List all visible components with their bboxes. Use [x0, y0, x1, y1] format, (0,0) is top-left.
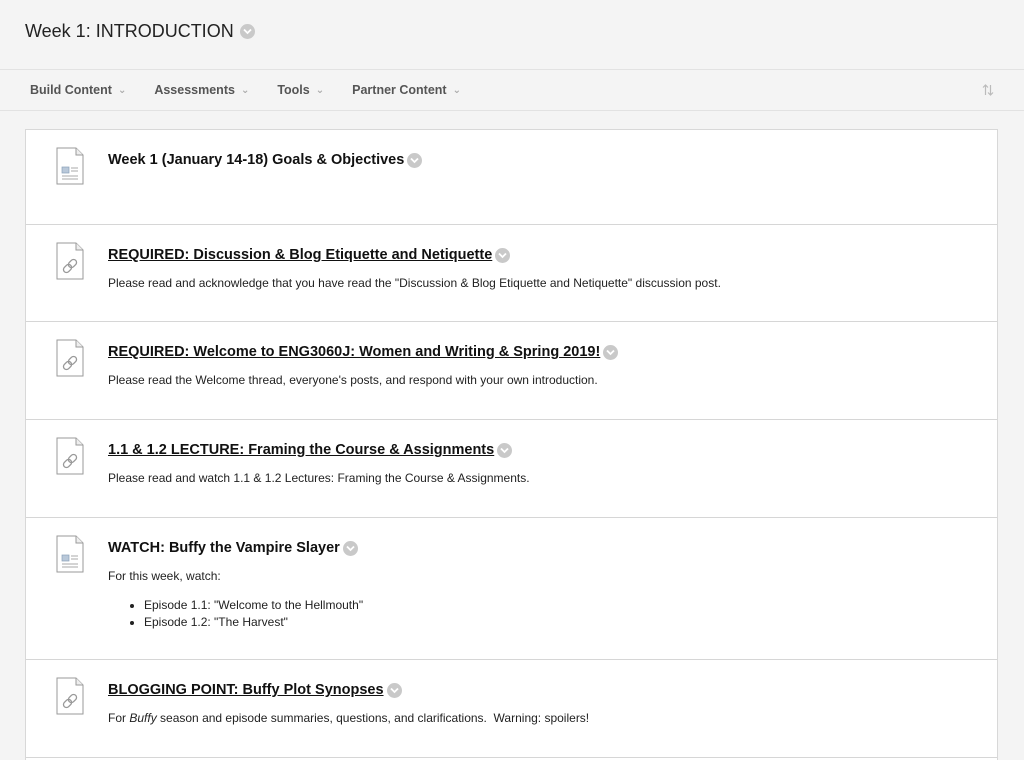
list-item: 1.1 & 1.2 LECTURE: Framing the Course & … [26, 420, 997, 518]
menu-label: Tools [277, 83, 310, 97]
item-title: Week 1 (January 14-18) Goals & Objective… [108, 152, 423, 168]
list-item: BLOGGING POINT: Buffy Plot Synopses For … [26, 660, 997, 758]
menu-label: Partner Content [352, 83, 447, 97]
action-bar: Build Content ⌄ Assessments ⌄ Tools ⌄ Pa… [0, 70, 1024, 111]
item-title-text: Week 1 (January 14-18) Goals & Objective… [108, 152, 405, 168]
menu-label: Build Content [30, 83, 112, 97]
list-item: Week 1 (January 14-18) Goals & Objective… [26, 130, 997, 225]
chevron-down-icon: ⌄ [315, 84, 325, 96]
chevron-down-icon[interactable] [495, 247, 511, 263]
list-item: REQUIRED: Welcome to ENG3060J: Women and… [26, 322, 997, 420]
item-title: WATCH: Buffy the Vampire Slayer [108, 540, 358, 556]
description-prefix: For [108, 711, 130, 725]
list-bullet: Episode 1.1: "Welcome to the Hellmouth" [144, 597, 977, 614]
description-suffix: season and episode summaries, questions,… [156, 711, 590, 725]
item-description: Please read and watch 1.1 & 1.2 Lectures… [108, 471, 530, 485]
item-title: REQUIRED: Discussion & Blog Etiquette an… [108, 247, 511, 263]
page-header: Week 1: INTRODUCTION [0, 0, 1024, 70]
assessments-menu[interactable]: Assessments ⌄ [154, 83, 249, 97]
chevron-down-icon[interactable] [239, 24, 255, 39]
item-description: Please read the Welcome thread, everyone… [108, 373, 598, 387]
list-item: WATCH: Buffy the Vampire Slayer For this… [26, 518, 997, 660]
item-link[interactable]: REQUIRED: Discussion & Blog Etiquette an… [108, 247, 492, 263]
link-document-icon [56, 242, 84, 285]
chevron-down-icon[interactable] [386, 682, 402, 698]
chevron-down-icon[interactable] [497, 442, 513, 458]
page-title-text: Week 1: INTRODUCTION [25, 21, 234, 41]
chevron-down-icon[interactable] [407, 152, 423, 168]
item-description: For this week, watch: Episode 1.1: "Welc… [108, 568, 977, 631]
list-item: REQUIRED: Discussion & Blog Etiquette an… [26, 225, 997, 322]
build-content-menu[interactable]: Build Content ⌄ [30, 83, 126, 97]
content-list: Week 1 (January 14-18) Goals & Objective… [25, 129, 998, 760]
chevron-down-icon[interactable] [603, 344, 619, 360]
item-title-text: WATCH: Buffy the Vampire Slayer [108, 540, 340, 556]
item-link[interactable]: REQUIRED: Welcome to ENG3060J: Women and… [108, 344, 600, 360]
partner-content-menu[interactable]: Partner Content ⌄ [352, 83, 461, 97]
link-document-icon [56, 677, 84, 720]
chevron-down-icon: ⌄ [240, 84, 250, 96]
item-description: Please read and acknowledge that you hav… [108, 276, 721, 290]
chevron-down-icon[interactable] [342, 540, 358, 556]
sort-arrows-icon[interactable] [982, 83, 994, 102]
description-text: For this week, watch: [108, 569, 221, 583]
chevron-down-icon: ⌄ [117, 84, 127, 96]
episode-list: Episode 1.1: "Welcome to the Hellmouth" … [144, 597, 977, 631]
document-icon [56, 147, 84, 190]
item-link[interactable]: 1.1 & 1.2 LECTURE: Framing the Course & … [108, 442, 494, 458]
item-title: REQUIRED: Welcome to ENG3060J: Women and… [108, 344, 619, 360]
item-title: 1.1 & 1.2 LECTURE: Framing the Course & … [108, 442, 513, 458]
link-document-icon [56, 339, 84, 382]
item-link[interactable]: BLOGGING POINT: Buffy Plot Synopses [108, 682, 384, 698]
chevron-down-icon: ⌄ [452, 84, 461, 96]
list-bullet: Episode 1.2: "The Harvest" [144, 614, 977, 631]
document-icon [56, 535, 84, 578]
tools-menu[interactable]: Tools ⌄ [277, 83, 324, 97]
menu-label: Assessments [154, 83, 235, 97]
link-document-icon [56, 437, 84, 480]
item-description: For Buffy season and episode summaries, … [108, 710, 977, 727]
item-title: BLOGGING POINT: Buffy Plot Synopses [108, 682, 402, 698]
description-emphasis: Buffy [129, 711, 157, 725]
page-title: Week 1: INTRODUCTION [25, 21, 255, 42]
